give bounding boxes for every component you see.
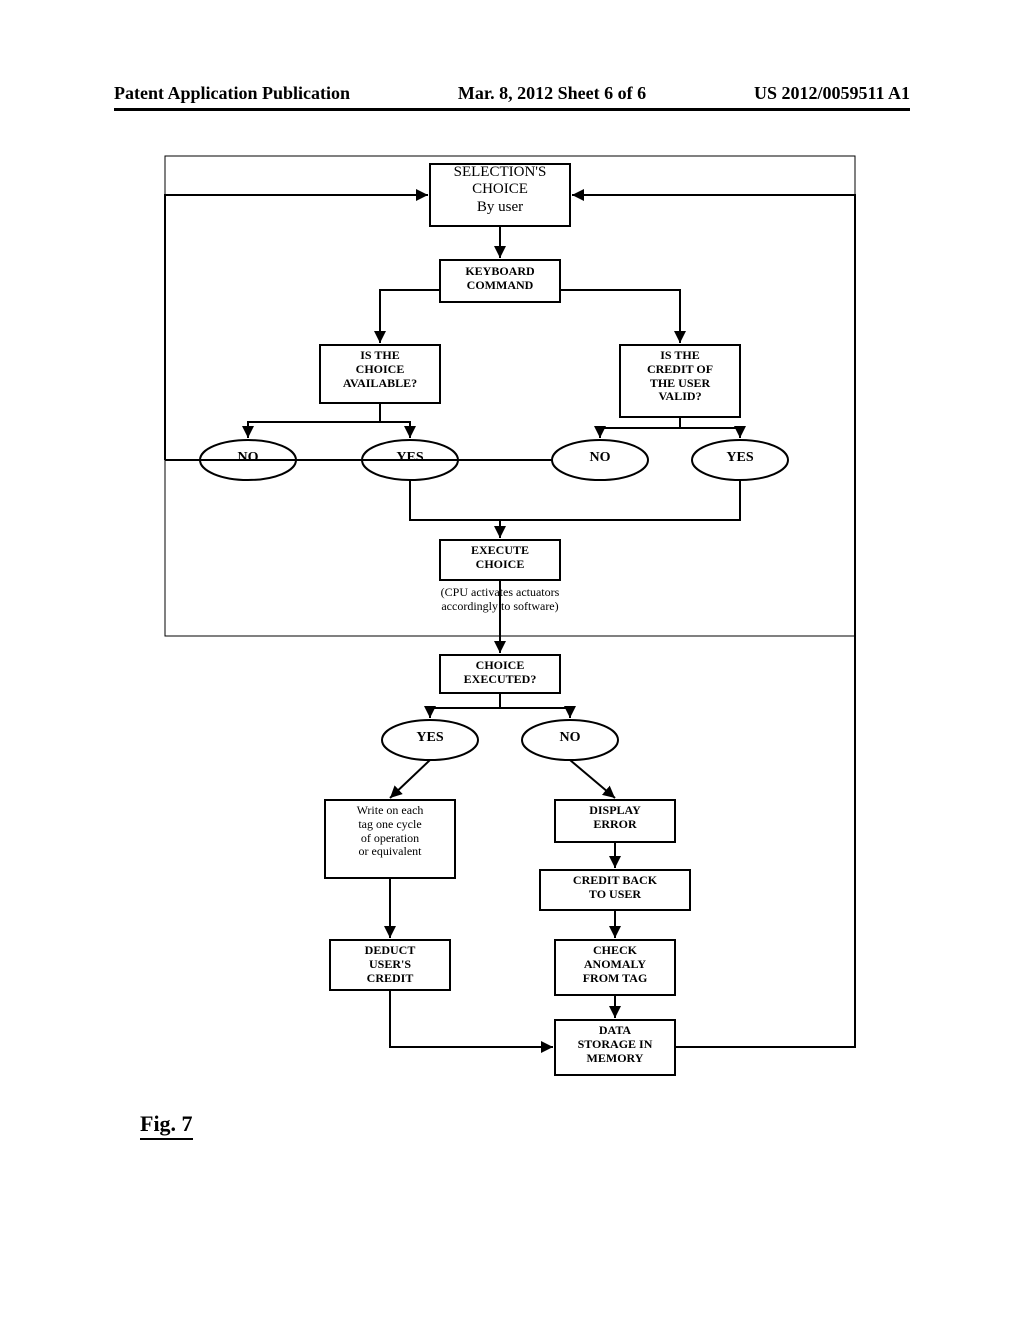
header-left: Patent Application Publication <box>114 83 350 104</box>
node-check-anomaly: CHECK ANOMALY FROM TAG <box>555 944 675 985</box>
node-no-3: NO <box>522 730 618 746</box>
node-selection-choice: SELECTION'S CHOICE By user <box>430 164 570 216</box>
node-yes-2: YES <box>692 450 788 466</box>
page-header: Patent Application Publication Mar. 8, 2… <box>114 78 910 111</box>
node-choice-executed: CHOICE EXECUTED? <box>440 659 560 687</box>
node-data-storage: DATA STORAGE IN MEMORY <box>555 1024 675 1065</box>
note-cpu: (CPU activates actuators accordingly to … <box>400 586 600 614</box>
header-right: US 2012/0059511 A1 <box>754 83 910 104</box>
node-yes-3: YES <box>382 730 478 746</box>
node-keyboard-command: KEYBOARD COMMAND <box>440 265 560 293</box>
node-deduct-credit: DEDUCT USER'S CREDIT <box>330 944 450 985</box>
node-write-tag: Write on each tag one cycle of operation… <box>325 804 455 859</box>
node-no-1: NO <box>200 450 296 466</box>
node-yes-1: YES <box>362 450 458 466</box>
page-root: Patent Application Publication Mar. 8, 2… <box>0 0 1024 1320</box>
node-execute-choice: EXECUTE CHOICE <box>440 544 560 572</box>
node-no-2: NO <box>552 450 648 466</box>
node-credit-valid: IS THE CREDIT OF THE USER VALID? <box>620 349 740 404</box>
node-display-error: DISPLAY ERROR <box>555 804 675 832</box>
node-choice-available: IS THE CHOICE AVAILABLE? <box>320 349 440 390</box>
header-center: Mar. 8, 2012 Sheet 6 of 6 <box>458 83 646 104</box>
node-credit-back: CREDIT BACK TO USER <box>540 874 690 902</box>
